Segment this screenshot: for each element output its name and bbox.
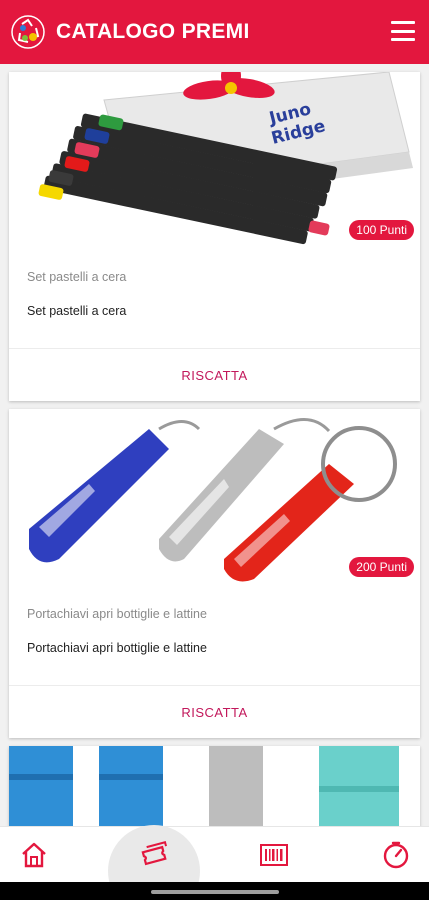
catalog-item-card bbox=[9, 746, 420, 826]
hamburger-menu-icon[interactable] bbox=[391, 19, 415, 43]
home-icon bbox=[22, 842, 46, 868]
timer-icon bbox=[383, 841, 409, 869]
catalog-list[interactable]: Juno Ridge 100 Punti Set pastelli a cera… bbox=[0, 64, 429, 826]
nav-home[interactable] bbox=[4, 827, 64, 883]
catalog-item-card: 200 Punti Portachiavi apri bottiglie e l… bbox=[9, 409, 420, 738]
bottle-opener-keychain-image: 200 Punti bbox=[9, 409, 420, 583]
system-navigation-bar bbox=[0, 882, 429, 900]
nav-tickets[interactable] bbox=[108, 825, 200, 900]
item-description: Portachiavi apri bottiglie e lattine bbox=[27, 641, 207, 655]
nav-barcode[interactable] bbox=[244, 827, 304, 883]
recycle-logo-icon bbox=[8, 12, 48, 52]
app-title: CATALOGO PREMI bbox=[56, 20, 250, 43]
crayon-set-image: Juno Ridge 100 Punti bbox=[9, 72, 420, 246]
barcode-icon bbox=[260, 844, 288, 866]
nav-timer[interactable] bbox=[366, 827, 426, 883]
bottom-navigation bbox=[0, 825, 429, 900]
redeem-button[interactable]: RISCATTA bbox=[9, 349, 420, 401]
item-subtitle: Set pastelli a cera bbox=[27, 270, 127, 284]
item-description: Set pastelli a cera bbox=[27, 304, 127, 318]
gesture-handle[interactable] bbox=[151, 890, 279, 894]
catalog-item-card: Juno Ridge 100 Punti Set pastelli a cera… bbox=[9, 72, 420, 401]
points-badge: 100 Punti bbox=[349, 220, 414, 240]
redeem-button[interactable]: RISCATTA bbox=[9, 686, 420, 738]
tickets-icon bbox=[141, 841, 168, 866]
highlighter-markers-image bbox=[9, 746, 420, 826]
points-badge: 200 Punti bbox=[349, 557, 414, 577]
item-subtitle: Portachiavi apri bottiglie e lattine bbox=[27, 607, 207, 621]
app-bar: CATALOGO PREMI bbox=[0, 0, 429, 64]
